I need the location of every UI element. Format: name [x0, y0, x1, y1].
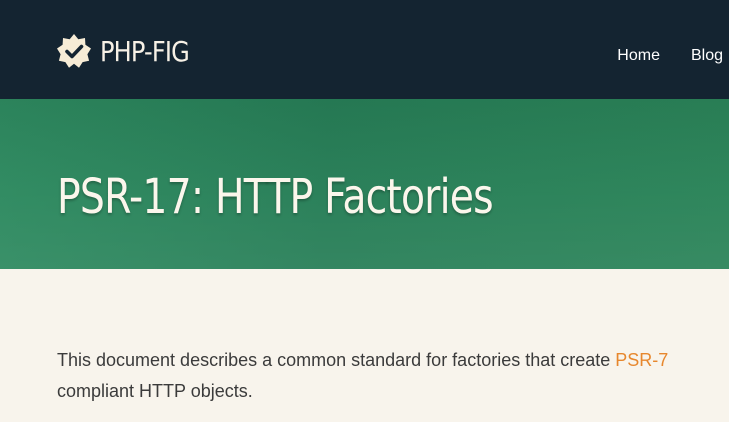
site-header: PHP-FIG Home Blog — [0, 0, 729, 99]
psr7-link[interactable]: PSR-7 — [615, 350, 668, 370]
brand-logo-link[interactable]: PHP-FIG — [56, 33, 203, 69]
main-nav: Home Blog — [617, 47, 723, 65]
page-title: PSR-17: HTTP Factories — [57, 169, 494, 225]
nav-blog-link[interactable]: Blog — [691, 47, 723, 65]
verified-badge-icon — [57, 34, 91, 68]
brand-name: PHP-FIG — [100, 34, 190, 68]
intro-text-after: compliant HTTP objects. — [57, 381, 253, 401]
intro-text-before: This document describes a common standar… — [57, 350, 616, 370]
page-hero: PSR-17: HTTP Factories — [0, 99, 729, 269]
nav-home-link[interactable]: Home — [617, 47, 660, 65]
intro-paragraph: This document describes a common standar… — [57, 345, 697, 407]
